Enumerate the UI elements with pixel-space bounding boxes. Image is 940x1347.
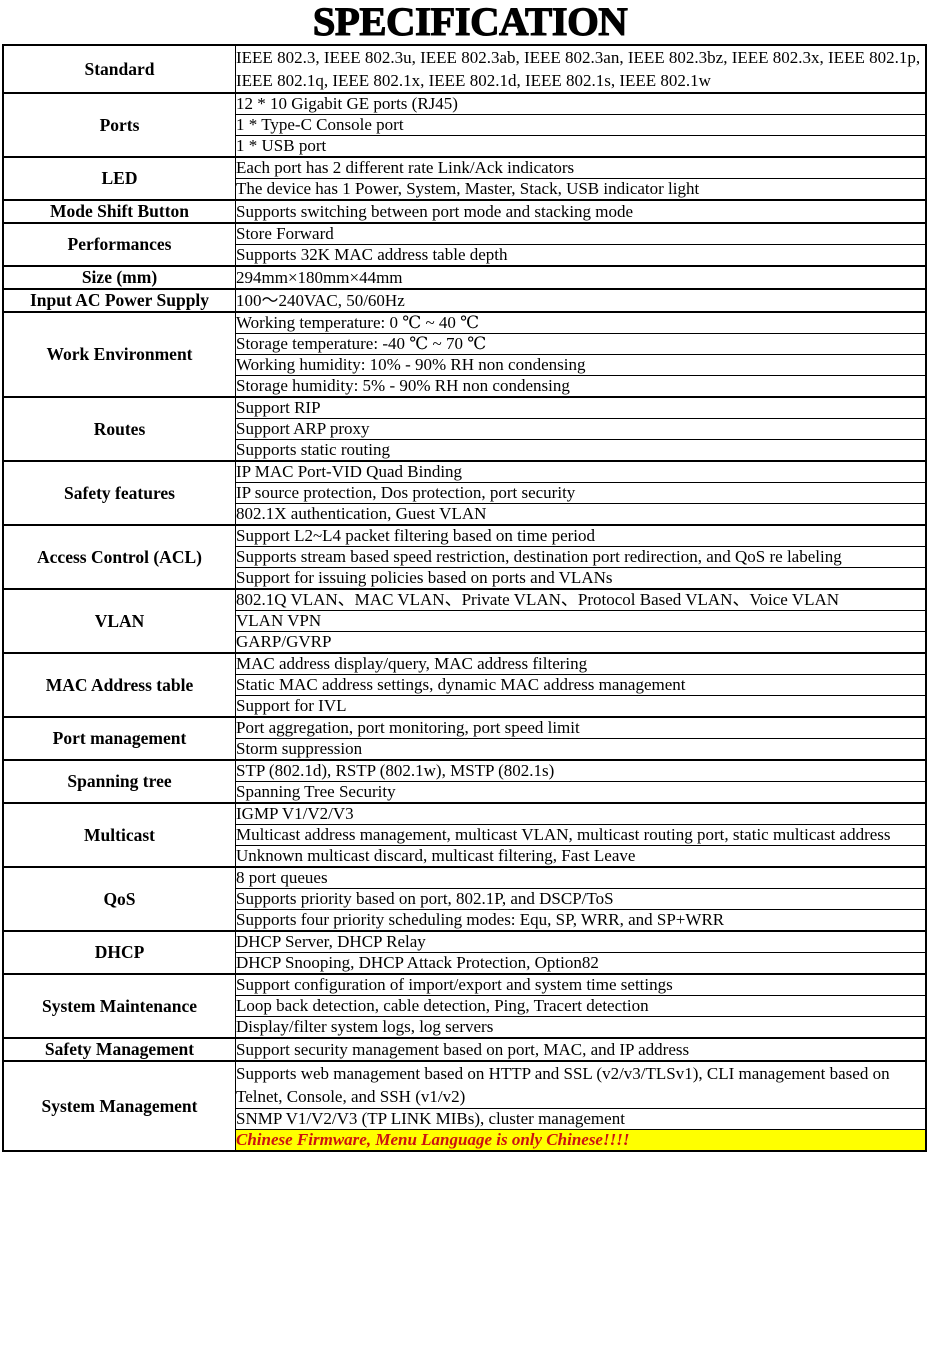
table-row: Standard IEEE 802.3, IEEE 802.3u, IEEE 80…	[2, 44, 927, 94]
spec-value: Support configuration of import/export a…	[235, 973, 927, 996]
spec-label-routes: Routes	[2, 396, 236, 462]
spec-label-standard: Standard	[2, 44, 236, 94]
spec-label-size-mm: Size (mm)	[2, 265, 236, 290]
spec-label-port-management: Port management	[2, 716, 236, 761]
spec-value: Supports static routing	[235, 439, 927, 462]
spec-value: Multicast address management, multicast …	[235, 824, 927, 846]
spec-value: Unknown multicast discard, multicast fil…	[235, 845, 927, 868]
table-row: Spanning tree STP (802.1d), RSTP (802.1w)…	[2, 759, 927, 804]
spec-value: GARP/GVRP	[235, 631, 927, 654]
spec-value: Storm suppression	[235, 738, 927, 761]
spec-value: 294mm×180mm×44mm	[235, 265, 927, 290]
table-row: Mode Shift Button Supports switching betw…	[2, 199, 927, 224]
spec-value: Support security management based on por…	[235, 1037, 927, 1062]
spec-value: Working humidity: 10% - 90% RH non conde…	[235, 354, 927, 376]
spec-value: Supports web management based on HTTP an…	[235, 1060, 927, 1109]
spec-value: IGMP V1/V2/V3	[235, 802, 927, 825]
spec-value: DHCP Server, DHCP Relay	[235, 930, 927, 953]
spec-value: 100〜240VAC, 50/60Hz	[235, 288, 927, 313]
spec-value: Spanning Tree Security	[235, 781, 927, 804]
spec-value: MAC address display/query, MAC address f…	[235, 652, 927, 675]
firmware-language-warning: Chinese Firmware, Menu Language is only …	[235, 1129, 927, 1152]
spec-value: 1 * USB port	[235, 135, 927, 158]
spec-value: SNMP V1/V2/V3 (TP LINK MIBs), cluster ma…	[235, 1108, 927, 1130]
spec-value: IP source protection, Dos protection, po…	[235, 482, 927, 504]
table-row: Ports 12 * 10 Gigabit GE ports (RJ45)	[2, 92, 927, 158]
table-row: Safety features IP MAC Port-VID Quad Bind…	[2, 460, 927, 526]
spec-label-input-ac-power-supply: Input AC Power Supply	[2, 288, 236, 313]
spec-label-mac-address-table: MAC Address table	[2, 652, 236, 718]
table-row: System Maintenance Support configuration …	[2, 973, 927, 1039]
spec-label-vlan: VLAN	[2, 588, 236, 654]
spec-value: Supports switching between port mode and…	[235, 199, 927, 224]
table-row: Performances Store Forward	[2, 222, 927, 267]
spec-label-spanning-tree: Spanning tree	[2, 759, 236, 804]
specification-table-body: Standard IEEE 802.3, IEEE 802.3u, IEEE 80…	[2, 44, 927, 1152]
spec-label-dhcp: DHCP	[2, 930, 236, 975]
spec-value: Store Forward	[235, 222, 927, 245]
spec-value: Support for IVL	[235, 695, 927, 718]
table-row: Multicast IGMP V1/V2/V3	[2, 802, 927, 868]
table-row: DHCP DHCP Server, DHCP Relay	[2, 930, 927, 975]
spec-value: Port aggregation, port monitoring, port …	[235, 716, 927, 739]
spec-value: Static MAC address settings, dynamic MAC…	[235, 674, 927, 696]
spec-value: Supports stream based speed restriction,…	[235, 546, 927, 568]
spec-label-system-management: System Management	[2, 1060, 236, 1152]
table-row: Input AC Power Supply 100〜240VAC, 50/60Hz	[2, 288, 927, 313]
spec-value: Loop back detection, cable detection, Pi…	[235, 995, 927, 1017]
spec-value: Storage humidity: 5% - 90% RH non conden…	[235, 375, 927, 398]
spec-label-access-control-acl: Access Control (ACL)	[2, 524, 236, 590]
spec-value: Support RIP	[235, 396, 927, 419]
spec-value: 802.1Q VLAN、MAC VLAN、Private VLAN、Protoc…	[235, 588, 927, 611]
table-row: Port management Port aggregation, port mo…	[2, 716, 927, 761]
table-row: Access Control (ACL) Support L2~L4 packet…	[2, 524, 927, 590]
spec-value: Supports 32K MAC address table depth	[235, 244, 927, 267]
page-title: SPECIFICATION	[312, 0, 628, 44]
spec-label-qos: QoS	[2, 866, 236, 932]
spec-value: 1 * Type-C Console port	[235, 114, 927, 136]
table-row: VLAN 802.1Q VLAN、MAC VLAN、Private VLAN、Pr…	[2, 588, 927, 654]
spec-value: IEEE 802.3, IEEE 802.3u, IEEE 802.3ab, I…	[235, 44, 927, 94]
spec-value: 12 * 10 Gigabit GE ports (RJ45)	[235, 92, 927, 115]
spec-value: Supports four priority scheduling modes:…	[235, 909, 927, 932]
spec-value: Support for issuing policies based on po…	[235, 567, 927, 590]
spec-value: Support ARP proxy	[235, 418, 927, 440]
spec-label-system-maintenance: System Maintenance	[2, 973, 236, 1039]
spec-label-work-environment: Work Environment	[2, 311, 236, 398]
table-row: Safety Management Support security manage…	[2, 1037, 927, 1062]
spec-value: Storage temperature: -40 ℃ ~ 70 ℃	[235, 333, 927, 355]
spec-value: The device has 1 Power, System, Master, …	[235, 178, 927, 201]
spec-value: DHCP Snooping, DHCP Attack Protection, O…	[235, 952, 927, 975]
specification-table: Standard IEEE 802.3, IEEE 802.3u, IEEE 80…	[2, 44, 927, 1152]
spec-value: Each port has 2 different rate Link/Ack …	[235, 156, 927, 179]
spec-value: STP (802.1d), RSTP (802.1w), MSTP (802.1…	[235, 759, 927, 782]
spec-label-safety-management: Safety Management	[2, 1037, 236, 1062]
spec-value: IP MAC Port-VID Quad Binding	[235, 460, 927, 483]
spec-value: Working temperature: 0 ℃ ~ 40 ℃	[235, 311, 927, 334]
table-row: Work Environment Working temperature: 0 ℃…	[2, 311, 927, 398]
spec-value: Supports priority based on port, 802.1P,…	[235, 888, 927, 910]
spec-value: Display/filter system logs, log servers	[235, 1016, 927, 1039]
spec-label-safety-features: Safety features	[2, 460, 236, 526]
spec-label-performances: Performances	[2, 222, 236, 267]
table-row: QoS 8 port queues	[2, 866, 927, 932]
table-row: LED Each port has 2 different rate Link/A…	[2, 156, 927, 201]
spec-label-mode-shift-button: Mode Shift Button	[2, 199, 236, 224]
spec-label-led: LED	[2, 156, 236, 201]
spec-label-ports: Ports	[2, 92, 236, 158]
spec-value: 802.1X authentication, Guest VLAN	[235, 503, 927, 526]
spec-label-multicast: Multicast	[2, 802, 236, 868]
spec-value: VLAN VPN	[235, 610, 927, 632]
spec-value: 8 port queues	[235, 866, 927, 889]
table-row: Routes Support RIP	[2, 396, 927, 462]
spec-value: Support L2~L4 packet filtering based on …	[235, 524, 927, 547]
specification-page: SPECIFICATION Standard IEEE 802.3, IEEE 8…	[0, 0, 940, 1347]
table-row: System Management Supports web management…	[2, 1060, 927, 1152]
table-row: MAC Address table MAC address display/que…	[2, 652, 927, 718]
table-row: Size (mm) 294mm×180mm×44mm	[2, 265, 927, 290]
